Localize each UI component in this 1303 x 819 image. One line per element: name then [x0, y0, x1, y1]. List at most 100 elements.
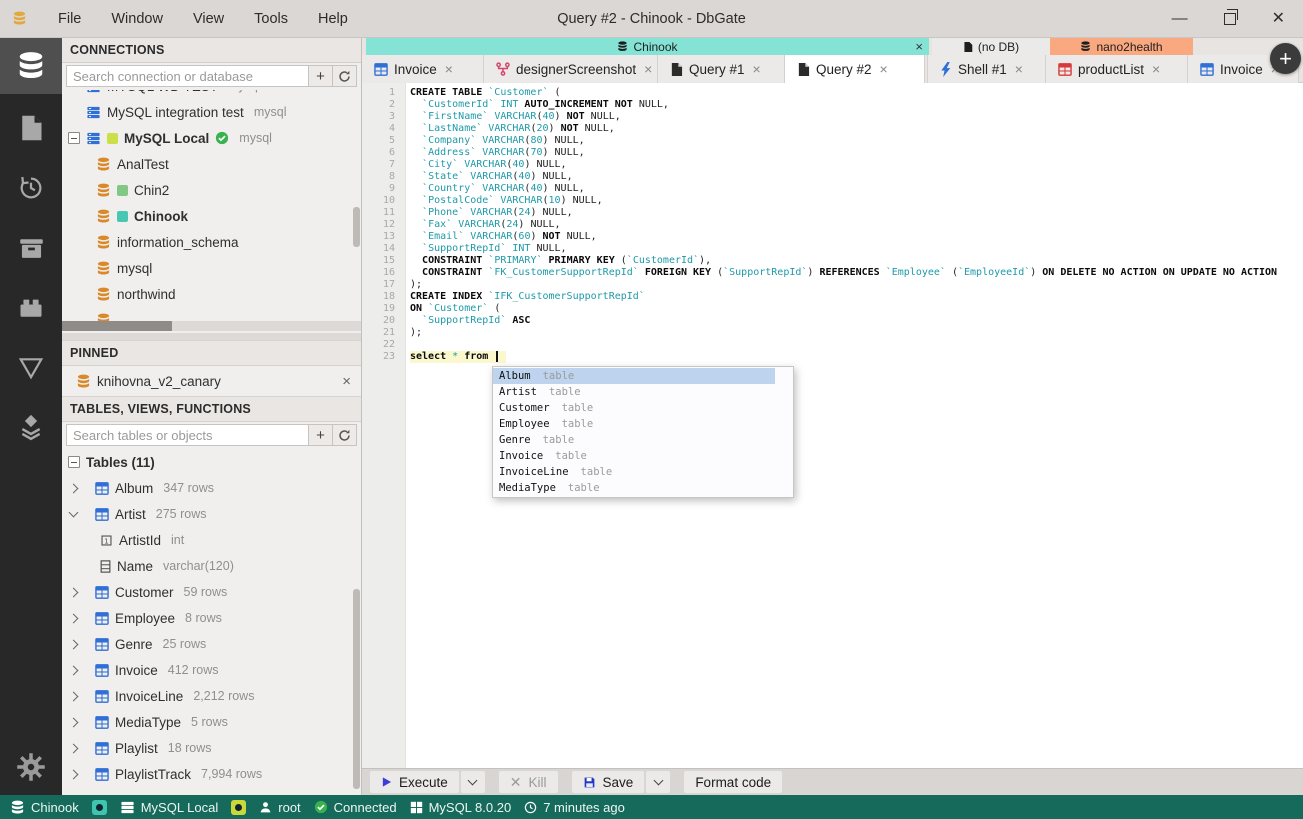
rail-history[interactable]: [0, 166, 62, 210]
menu-window[interactable]: Window: [98, 7, 176, 31]
pinned-item[interactable]: knihovna_v2_canary ×: [62, 366, 361, 396]
rail-plugins[interactable]: [0, 286, 62, 330]
connection-item[interactable]: Chin2: [62, 177, 361, 203]
column-item[interactable]: Name varchar(120): [62, 553, 361, 579]
tab-designerscreenshot[interactable]: designerScreenshot ×: [484, 55, 658, 83]
minimize-button[interactable]: —: [1172, 10, 1188, 27]
table-item[interactable]: Album 347 rows: [62, 475, 361, 501]
format-code-button[interactable]: Format code: [684, 771, 783, 793]
close-button[interactable]: ✕: [1272, 10, 1285, 27]
sidebar-splitter[interactable]: [62, 333, 361, 340]
statusbar-mysql-8-0-20[interactable]: MySQL 8.0.20: [410, 800, 511, 815]
chevron-right-icon[interactable]: [68, 587, 79, 597]
connections-search-input[interactable]: [66, 65, 309, 87]
table-item[interactable]: Playlist 18 rows: [62, 735, 361, 761]
tab-group-chinook[interactable]: Chinook ×: [366, 38, 929, 55]
execute-button[interactable]: Execute: [370, 771, 459, 793]
table-item[interactable]: Invoice 412 rows: [62, 657, 361, 683]
menu-file[interactable]: File: [45, 7, 94, 31]
tab-shell-1[interactable]: Shell #1 ×: [928, 55, 1046, 83]
tab-query-2[interactable]: Query #2 ×: [785, 55, 925, 83]
unpin-close-icon[interactable]: ×: [342, 374, 351, 389]
rail-database[interactable]: [0, 38, 62, 94]
connection-item[interactable]: Chinook: [62, 203, 361, 229]
table-item[interactable]: Artist 275 rows: [62, 501, 361, 527]
table-item[interactable]: Employee 8 rows: [62, 605, 361, 631]
tab-productlist[interactable]: productList ×: [1046, 55, 1188, 83]
chevron-right-icon[interactable]: [68, 769, 79, 779]
collapse-box-icon[interactable]: [68, 132, 80, 144]
close-tab-icon[interactable]: ×: [445, 62, 453, 76]
statusbar-color-swatch[interactable]: [91, 799, 107, 815]
tables-root-row[interactable]: Tables (11): [62, 449, 361, 475]
rail-file[interactable]: [0, 106, 62, 150]
statusbar-chinook[interactable]: Chinook: [10, 800, 79, 815]
autocomplete-item-artist[interactable]: Artist table: [493, 384, 775, 400]
chevron-right-icon[interactable]: [68, 691, 79, 701]
connection-item[interactable]: MySQL Local mysql: [62, 125, 361, 151]
autocomplete-item-album[interactable]: Album table: [493, 368, 775, 384]
chevron-right-icon[interactable]: [68, 665, 79, 675]
connection-item[interactable]: MySQL integration test mysql: [62, 99, 361, 125]
save-button[interactable]: Save: [571, 771, 645, 793]
rail-cell-data[interactable]: [0, 406, 62, 450]
objects-vscrollbar[interactable]: [353, 589, 360, 789]
statusbar-root[interactable]: root: [259, 800, 301, 815]
tab-query-1[interactable]: Query #1 ×: [658, 55, 785, 83]
connection-item[interactable]: northwind: [62, 281, 361, 307]
rail-archive[interactable]: [0, 226, 62, 270]
autocomplete-item-invoiceline[interactable]: InvoiceLine table: [493, 464, 775, 480]
chevron-right-icon[interactable]: [68, 717, 79, 727]
statusbar-connected[interactable]: Connected: [314, 800, 397, 815]
menu-tools[interactable]: Tools: [241, 7, 301, 31]
connection-item[interactable]: information_schema: [62, 229, 361, 255]
connections-vscrollbar[interactable]: [353, 207, 360, 247]
autocomplete-item-employee[interactable]: Employee table: [493, 416, 775, 432]
connections-hscrollbar[interactable]: [62, 321, 361, 331]
connection-item[interactable]: mysql: [62, 255, 361, 281]
close-tab-icon[interactable]: ×: [880, 62, 888, 76]
chevron-down-icon[interactable]: [68, 507, 79, 518]
chevron-right-icon[interactable]: [68, 743, 79, 753]
table-item[interactable]: MediaType 5 rows: [62, 709, 361, 735]
close-tab-icon[interactable]: ×: [644, 62, 652, 76]
statusbar-color-swatch[interactable]: [231, 799, 247, 815]
statusbar-mysql-local[interactable]: MySQL Local: [120, 800, 218, 815]
tab-invoice[interactable]: Invoice ×: [362, 55, 484, 83]
kill-button[interactable]: ✕ Kill: [498, 771, 558, 793]
rail-query-designer[interactable]: [0, 346, 62, 390]
autocomplete-item-invoice[interactable]: Invoice table: [493, 448, 775, 464]
close-tab-icon[interactable]: ×: [753, 62, 761, 76]
statusbar-7-minutes-ago[interactable]: 7 minutes ago: [524, 800, 625, 815]
menu-help[interactable]: Help: [305, 7, 361, 31]
chevron-right-icon[interactable]: [68, 613, 79, 623]
table-item[interactable]: InvoiceLine 2,212 rows: [62, 683, 361, 709]
tab-group-nano2health[interactable]: nano2health: [1050, 38, 1193, 55]
autocomplete-item-customer[interactable]: Customer table: [493, 400, 775, 416]
table-item[interactable]: Genre 25 rows: [62, 631, 361, 657]
save-dropdown-button[interactable]: [646, 771, 671, 793]
connection-item[interactable]: AnalTest: [62, 151, 361, 177]
connection-item[interactable]: MYSQL WD TESTmysql: [62, 90, 361, 99]
new-tab-button[interactable]: +: [1270, 43, 1301, 74]
menu-view[interactable]: View: [180, 7, 237, 31]
chevron-right-icon[interactable]: [68, 639, 79, 649]
table-item[interactable]: PlaylistTrack 7,994 rows: [62, 761, 361, 787]
execute-dropdown-button[interactable]: [460, 771, 485, 793]
chevron-right-icon[interactable]: [68, 483, 79, 493]
refresh-objects-button[interactable]: [333, 424, 357, 446]
close-group-icon[interactable]: ×: [915, 40, 923, 53]
close-tab-icon[interactable]: ×: [1152, 62, 1160, 76]
table-item[interactable]: Customer 59 rows: [62, 579, 361, 605]
autocomplete-item-genre[interactable]: Genre table: [493, 432, 775, 448]
rail-settings[interactable]: [0, 745, 62, 789]
restore-button[interactable]: [1223, 8, 1238, 25]
close-tab-icon[interactable]: ×: [1015, 62, 1023, 76]
add-object-button[interactable]: +: [309, 424, 333, 446]
refresh-connections-button[interactable]: [333, 65, 357, 87]
objects-search-input[interactable]: [66, 424, 309, 446]
collapse-box-icon[interactable]: [68, 456, 80, 468]
column-item[interactable]: 1 ArtistId int: [62, 527, 361, 553]
tab-group--no-db-[interactable]: (no DB): [932, 38, 1050, 55]
autocomplete-item-mediatype[interactable]: MediaType table: [493, 480, 775, 496]
